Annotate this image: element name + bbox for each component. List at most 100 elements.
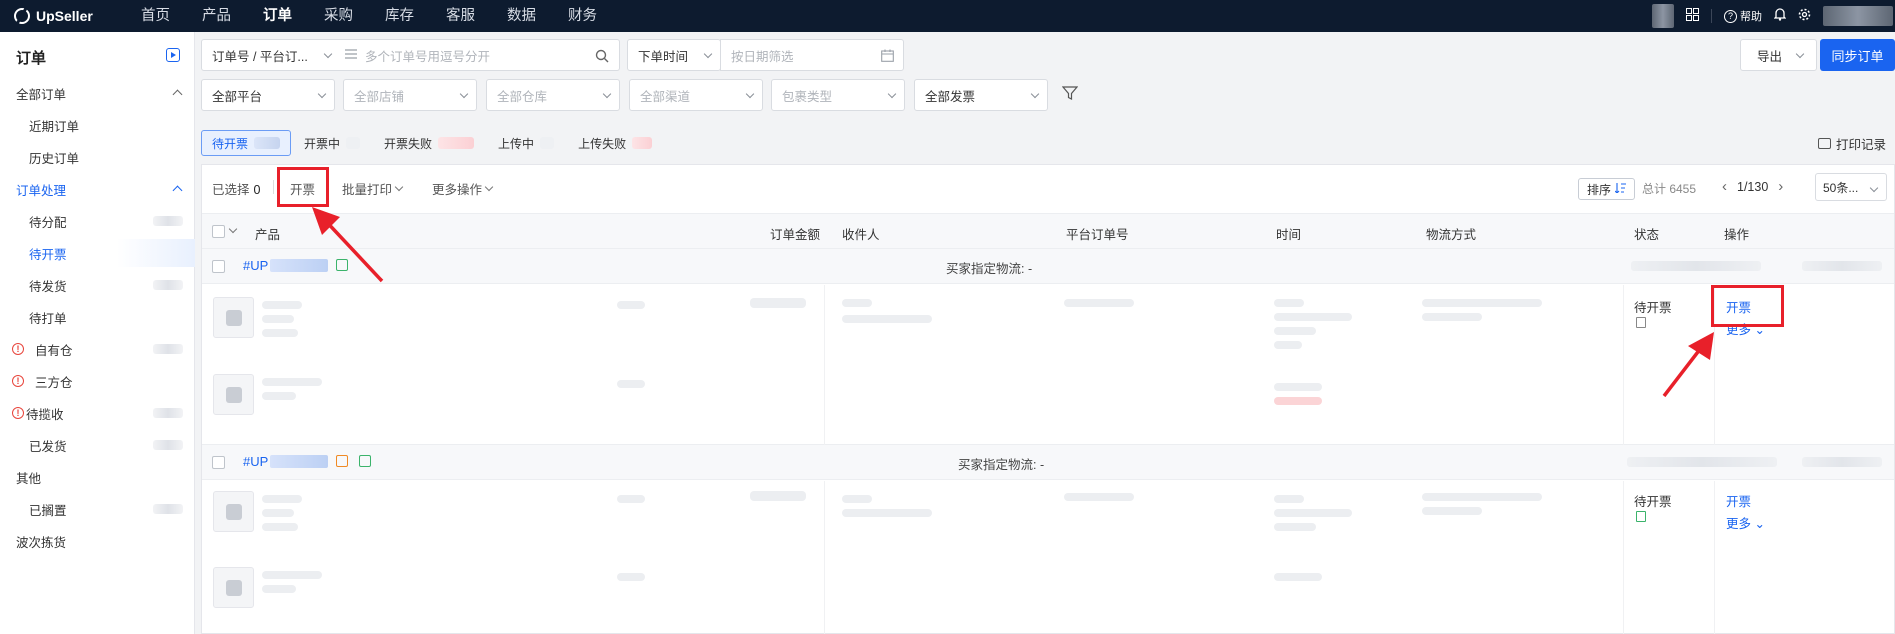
logo-text: UpSeller xyxy=(36,8,93,24)
tab-invoicing[interactable]: 开票中 xyxy=(293,130,371,156)
col-action: 操作 xyxy=(1724,228,1750,242)
logo-icon xyxy=(14,8,30,24)
product-image[interactable] xyxy=(213,567,254,608)
count-badge xyxy=(153,504,183,514)
order-status: 待开票 xyxy=(1634,301,1672,315)
warning-icon: ! xyxy=(12,407,24,419)
sidebar-item-to-assign[interactable]: 待分配 xyxy=(0,207,195,235)
order-id-link[interactable]: #UP xyxy=(243,454,329,469)
tab-invoice-failed[interactable]: 开票失败 xyxy=(373,130,485,156)
sidebar: 订单 全部订单 近期订单 历史订单 订单处理 待分配 待开票 待发货 待打单 !… xyxy=(0,32,195,634)
count-badge xyxy=(153,344,183,354)
document-icon[interactable] xyxy=(1636,511,1646,522)
print-log-link[interactable]: 打印记录 xyxy=(1818,134,1886,153)
sync-orders-button[interactable]: 同步订单 xyxy=(1820,39,1895,71)
order-checkbox[interactable] xyxy=(212,260,225,273)
chevron-down-icon xyxy=(1795,49,1805,59)
chevron-down-icon xyxy=(1869,183,1879,193)
tab-upload-failed[interactable]: 上传失败 xyxy=(567,130,663,156)
chevron-down-icon[interactable] xyxy=(228,224,238,234)
more-actions-link[interactable]: 更多 ⌄ xyxy=(1726,513,1765,532)
user-account-menu[interactable] xyxy=(1823,6,1893,26)
platform-select[interactable]: 全部平台 xyxy=(201,79,335,111)
nav-home[interactable]: 首页 xyxy=(125,0,186,32)
sidebar-item-to-ship[interactable]: 待发货 xyxy=(0,271,195,299)
chevron-down-icon xyxy=(317,89,327,99)
sidebar-item-own-warehouse[interactable]: ! 自有仓 xyxy=(0,335,195,363)
product-image[interactable] xyxy=(213,491,254,532)
sidebar-item-other[interactable]: 其他 xyxy=(0,463,195,491)
note-icon xyxy=(336,455,348,467)
invoice-select[interactable]: 全部发票 xyxy=(914,79,1048,111)
upseller-logo[interactable]: UpSeller xyxy=(0,8,125,24)
annotation-box xyxy=(277,167,329,207)
chevron-down-icon xyxy=(887,89,897,99)
sidebar-item-on-hold[interactable]: 已搁置 xyxy=(0,495,195,523)
apps-grid-icon[interactable] xyxy=(1686,8,1699,24)
order-search-input[interactable]: 多个订单号用逗号分开 xyxy=(335,39,620,71)
chevron-down-icon xyxy=(459,89,469,99)
nav-orders[interactable]: 订单 xyxy=(247,0,308,32)
sidebar-item-all-orders[interactable]: 全部订单 xyxy=(0,79,195,107)
chevron-down-icon xyxy=(745,89,755,99)
chevron-down-icon xyxy=(394,182,404,192)
selected-count: 已选择 0 xyxy=(212,183,261,197)
order-row-header: #UP 买家指定物流: - xyxy=(202,249,1894,284)
sidebar-collapse-icon[interactable] xyxy=(166,48,180,62)
time-type-select[interactable]: 下单时间 xyxy=(627,39,721,71)
nav-data[interactable]: 数据 xyxy=(491,0,552,32)
sidebar-item-history-orders[interactable]: 历史订单 xyxy=(0,143,195,171)
tab-uploading[interactable]: 上传中 xyxy=(487,130,565,156)
filter-icon[interactable] xyxy=(1061,86,1079,100)
sort-icon xyxy=(1614,182,1627,196)
chevron-up-icon xyxy=(172,185,183,196)
package-type-select[interactable]: 包裹类型 xyxy=(771,79,905,111)
sidebar-item-wave-picking[interactable]: 波次拣货 xyxy=(0,527,195,555)
prev-page-icon[interactable]: ‹ xyxy=(1722,178,1727,195)
nav-customer-service[interactable]: 客服 xyxy=(430,0,491,32)
tab-to-invoice[interactable]: 待开票 xyxy=(201,130,292,156)
sidebar-item-processing[interactable]: 订单处理 xyxy=(0,175,195,203)
product-image[interactable] xyxy=(213,297,254,338)
more-operations-dropdown[interactable]: 更多操作 xyxy=(432,179,494,198)
channel-select[interactable]: 全部渠道 xyxy=(629,79,763,111)
sidebar-item-shipped[interactable]: 已发货 xyxy=(0,431,195,459)
page-size-select[interactable]: 50条... xyxy=(1815,173,1887,201)
shop-select[interactable]: 全部店铺 xyxy=(343,79,477,111)
export-button[interactable]: 导出 xyxy=(1740,39,1817,71)
nav-inventory[interactable]: 库存 xyxy=(369,0,430,32)
nav-purchase[interactable]: 采购 xyxy=(308,0,369,32)
warning-icon: ! xyxy=(12,375,24,387)
nav-finance[interactable]: 财务 xyxy=(552,0,613,32)
sidebar-item-to-collect[interactable]: ! 待揽收 xyxy=(0,399,195,427)
next-page-icon[interactable]: › xyxy=(1778,178,1783,195)
warehouse-select[interactable]: 全部仓库 xyxy=(486,79,620,111)
sidebar-item-third-warehouse[interactable]: ! 三方仓 xyxy=(0,367,195,395)
nav-products[interactable]: 产品 xyxy=(186,0,247,32)
select-all-checkbox[interactable] xyxy=(212,225,225,238)
invoice-link[interactable]: 开票 xyxy=(1726,491,1751,510)
store-avatar[interactable] xyxy=(1652,4,1674,28)
product-image[interactable] xyxy=(213,374,254,415)
date-filter-input[interactable]: 按日期筛选 xyxy=(720,39,904,71)
chevron-down-icon xyxy=(602,89,612,99)
tab-count xyxy=(254,137,281,149)
col-time: 时间 xyxy=(1276,228,1302,242)
order-row-body: 待开票 开票 更多 ⌄ xyxy=(202,481,1894,634)
batch-print-dropdown[interactable]: 批量打印 xyxy=(342,179,404,198)
help-button[interactable]: ? 帮助 xyxy=(1724,8,1762,24)
bell-icon[interactable] xyxy=(1773,8,1787,24)
sidebar-item-to-invoice[interactable]: 待开票 xyxy=(0,239,195,267)
sidebar-item-recent-orders[interactable]: 近期订单 xyxy=(0,111,195,139)
search-icon[interactable] xyxy=(595,49,609,66)
search-type-select[interactable]: 订单号 / 平台订... xyxy=(201,39,341,71)
warning-icon: ! xyxy=(12,343,24,355)
sort-button[interactable]: 排序 xyxy=(1578,178,1636,200)
count-badge xyxy=(153,216,183,226)
buyer-logistics: 买家指定物流: - xyxy=(946,262,1033,276)
gear-icon[interactable] xyxy=(1798,8,1811,24)
document-icon[interactable] xyxy=(1636,317,1646,328)
tab-count xyxy=(438,137,475,149)
sidebar-item-to-print[interactable]: 待打单 xyxy=(0,303,195,331)
order-checkbox[interactable] xyxy=(212,456,225,469)
